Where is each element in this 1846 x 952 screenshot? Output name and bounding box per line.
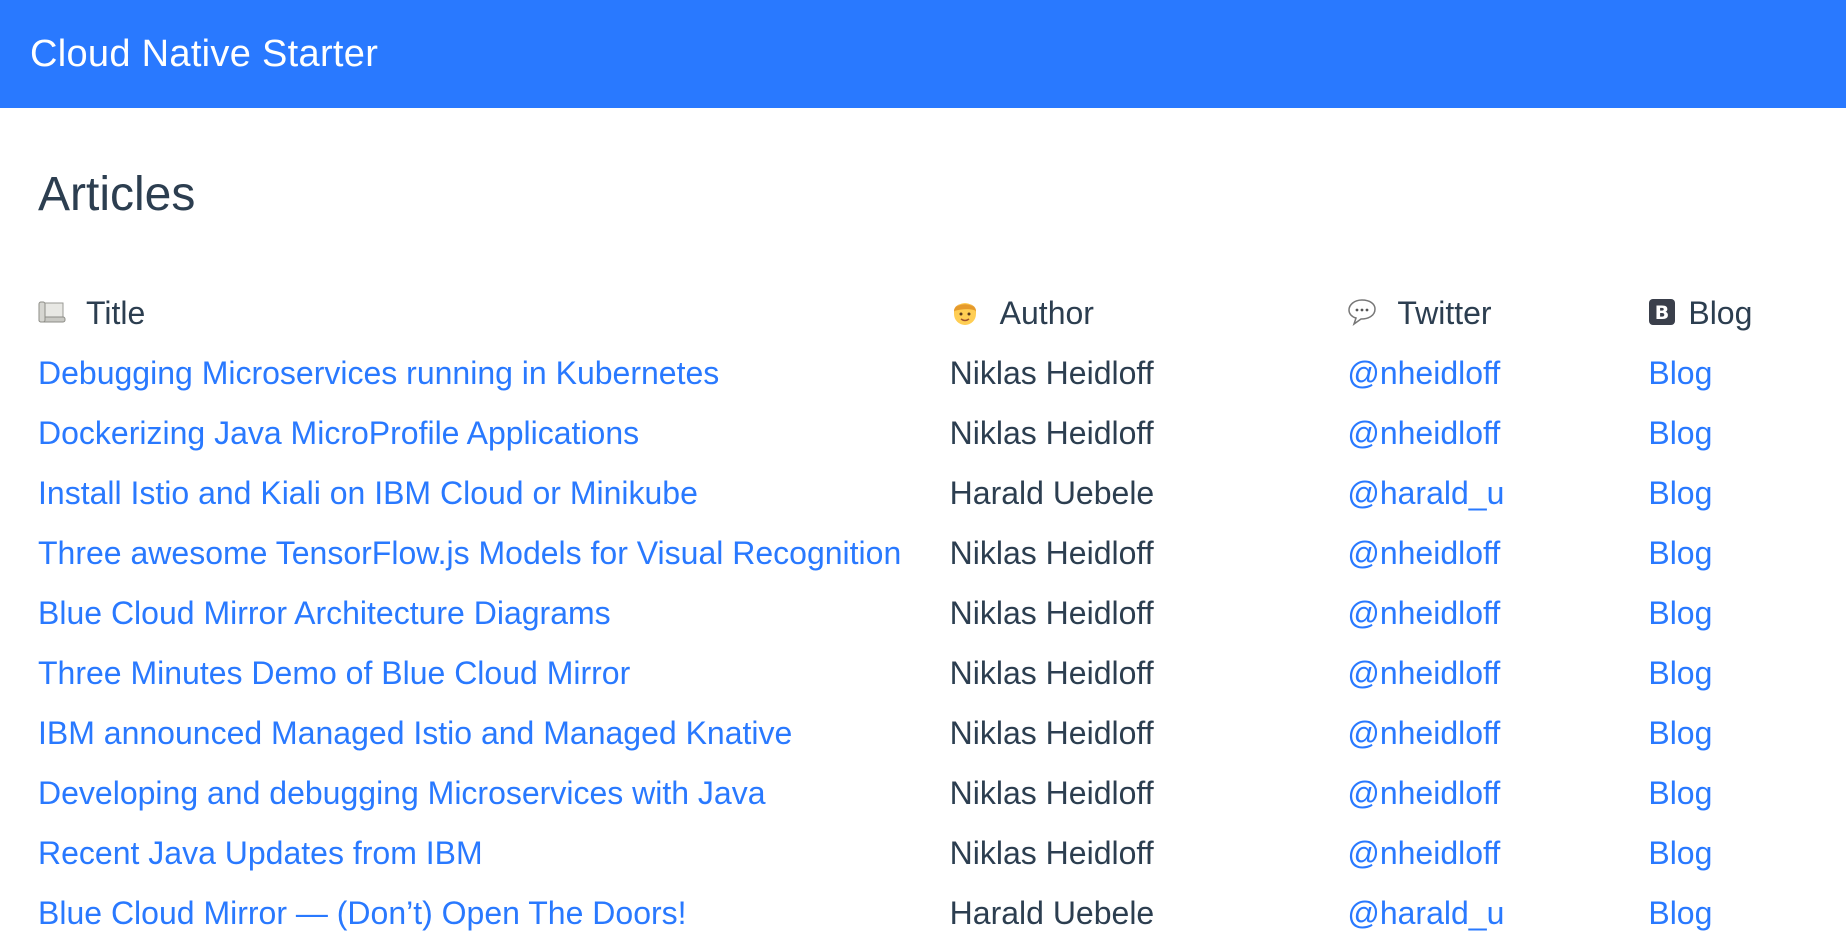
- scroll-icon: [38, 301, 66, 323]
- article-title-link[interactable]: Debugging Microservices running in Kuber…: [38, 355, 719, 391]
- article-title-link[interactable]: Recent Java Updates from IBM: [38, 835, 483, 871]
- article-title-link[interactable]: Install Istio and Kiali on IBM Cloud or …: [38, 475, 698, 511]
- twitter-link[interactable]: @nheidloff: [1347, 535, 1500, 571]
- article-author: Harald Uebele: [949, 475, 1155, 512]
- blog-link[interactable]: Blog: [1648, 775, 1712, 811]
- article-author: Niklas Heidloff: [949, 655, 1154, 692]
- page-title: Articles: [38, 168, 196, 221]
- table-body: Debugging Microservices running in Kuber…: [38, 344, 1808, 944]
- article-title-link[interactable]: Developing and debugging Microservices w…: [38, 775, 766, 811]
- header-blog-label: Blog: [1688, 295, 1753, 332]
- twitter-link[interactable]: @harald_u: [1347, 895, 1504, 931]
- speech-bubble-icon: [1348, 298, 1377, 326]
- article-title-link[interactable]: Three Minutes Demo of Blue Cloud Mirror: [38, 655, 630, 691]
- twitter-link[interactable]: @nheidloff: [1347, 415, 1500, 451]
- twitter-link[interactable]: @nheidloff: [1347, 595, 1500, 631]
- table-row: Recent Java Updates from IBM Niklas Heid…: [38, 824, 1808, 884]
- article-title-link[interactable]: IBM announced Managed Istio and Managed …: [38, 715, 792, 751]
- article-author: Niklas Heidloff: [949, 355, 1154, 392]
- twitter-link[interactable]: @nheidloff: [1347, 715, 1500, 751]
- table-row: Three Minutes Demo of Blue Cloud Mirror …: [38, 644, 1808, 704]
- table-row: IBM announced Managed Istio and Managed …: [38, 704, 1808, 764]
- blog-link[interactable]: Blog: [1648, 535, 1712, 571]
- main-content: Articles Title Author Twitter B Blog Deb…: [0, 108, 1846, 944]
- header-author: Author: [950, 284, 1348, 344]
- blog-link[interactable]: Blog: [1648, 895, 1712, 931]
- header-title-label: Title: [86, 295, 146, 332]
- twitter-link[interactable]: @harald_u: [1347, 475, 1504, 511]
- table-row: Three awesome TensorFlow.js Models for V…: [38, 524, 1808, 584]
- article-title-link[interactable]: Blue Cloud Mirror Architecture Diagrams: [38, 595, 611, 631]
- blog-link[interactable]: Blog: [1648, 415, 1712, 451]
- table-row: Dockerizing Java MicroProfile Applicatio…: [38, 404, 1808, 464]
- twitter-link[interactable]: @nheidloff: [1347, 835, 1500, 871]
- blog-link[interactable]: Blog: [1648, 355, 1712, 391]
- header-blog: B Blog: [1648, 284, 1808, 344]
- twitter-link[interactable]: @nheidloff: [1347, 355, 1500, 391]
- blog-link[interactable]: Blog: [1648, 655, 1712, 691]
- table-header-row: Title Author Twitter B Blog: [38, 284, 1808, 344]
- article-author: Niklas Heidloff: [949, 595, 1154, 632]
- person-icon: [953, 302, 976, 325]
- article-author: Niklas Heidloff: [949, 415, 1154, 452]
- svg-text:B: B: [1655, 302, 1669, 324]
- navbar-brand[interactable]: Cloud Native Starter: [30, 33, 378, 76]
- twitter-link[interactable]: @nheidloff: [1347, 655, 1500, 691]
- twitter-link[interactable]: @nheidloff: [1347, 775, 1500, 811]
- article-title-link[interactable]: Dockerizing Java MicroProfile Applicatio…: [38, 415, 639, 451]
- header-twitter: Twitter: [1347, 284, 1648, 344]
- blog-link[interactable]: Blog: [1648, 475, 1712, 511]
- b-letter-icon: B: [1649, 298, 1676, 325]
- header-title: Title: [38, 284, 950, 344]
- article-author: Niklas Heidloff: [949, 715, 1154, 752]
- article-title-link[interactable]: Three awesome TensorFlow.js Models for V…: [38, 535, 901, 571]
- blog-link[interactable]: Blog: [1648, 835, 1712, 871]
- article-author: Niklas Heidloff: [949, 775, 1154, 812]
- table-row: Blue Cloud Mirror — (Don’t) Open The Doo…: [38, 884, 1808, 944]
- navbar: Cloud Native Starter: [0, 0, 1846, 108]
- blog-link[interactable]: Blog: [1648, 715, 1712, 751]
- table-row: Install Istio and Kiali on IBM Cloud or …: [38, 464, 1808, 524]
- article-author: Niklas Heidloff: [949, 835, 1154, 872]
- table-row: Blue Cloud Mirror Architecture Diagrams …: [38, 584, 1808, 644]
- articles-table: Title Author Twitter B Blog Debugging Mi…: [38, 284, 1808, 944]
- table-row: Debugging Microservices running in Kuber…: [38, 344, 1808, 404]
- article-author: Harald Uebele: [949, 895, 1155, 932]
- header-author-label: Author: [999, 295, 1094, 332]
- article-title-link[interactable]: Blue Cloud Mirror — (Don’t) Open The Doo…: [38, 895, 687, 931]
- header-twitter-label: Twitter: [1397, 295, 1492, 332]
- article-author: Niklas Heidloff: [949, 535, 1154, 572]
- blog-link[interactable]: Blog: [1648, 595, 1712, 631]
- table-row: Developing and debugging Microservices w…: [38, 764, 1808, 824]
